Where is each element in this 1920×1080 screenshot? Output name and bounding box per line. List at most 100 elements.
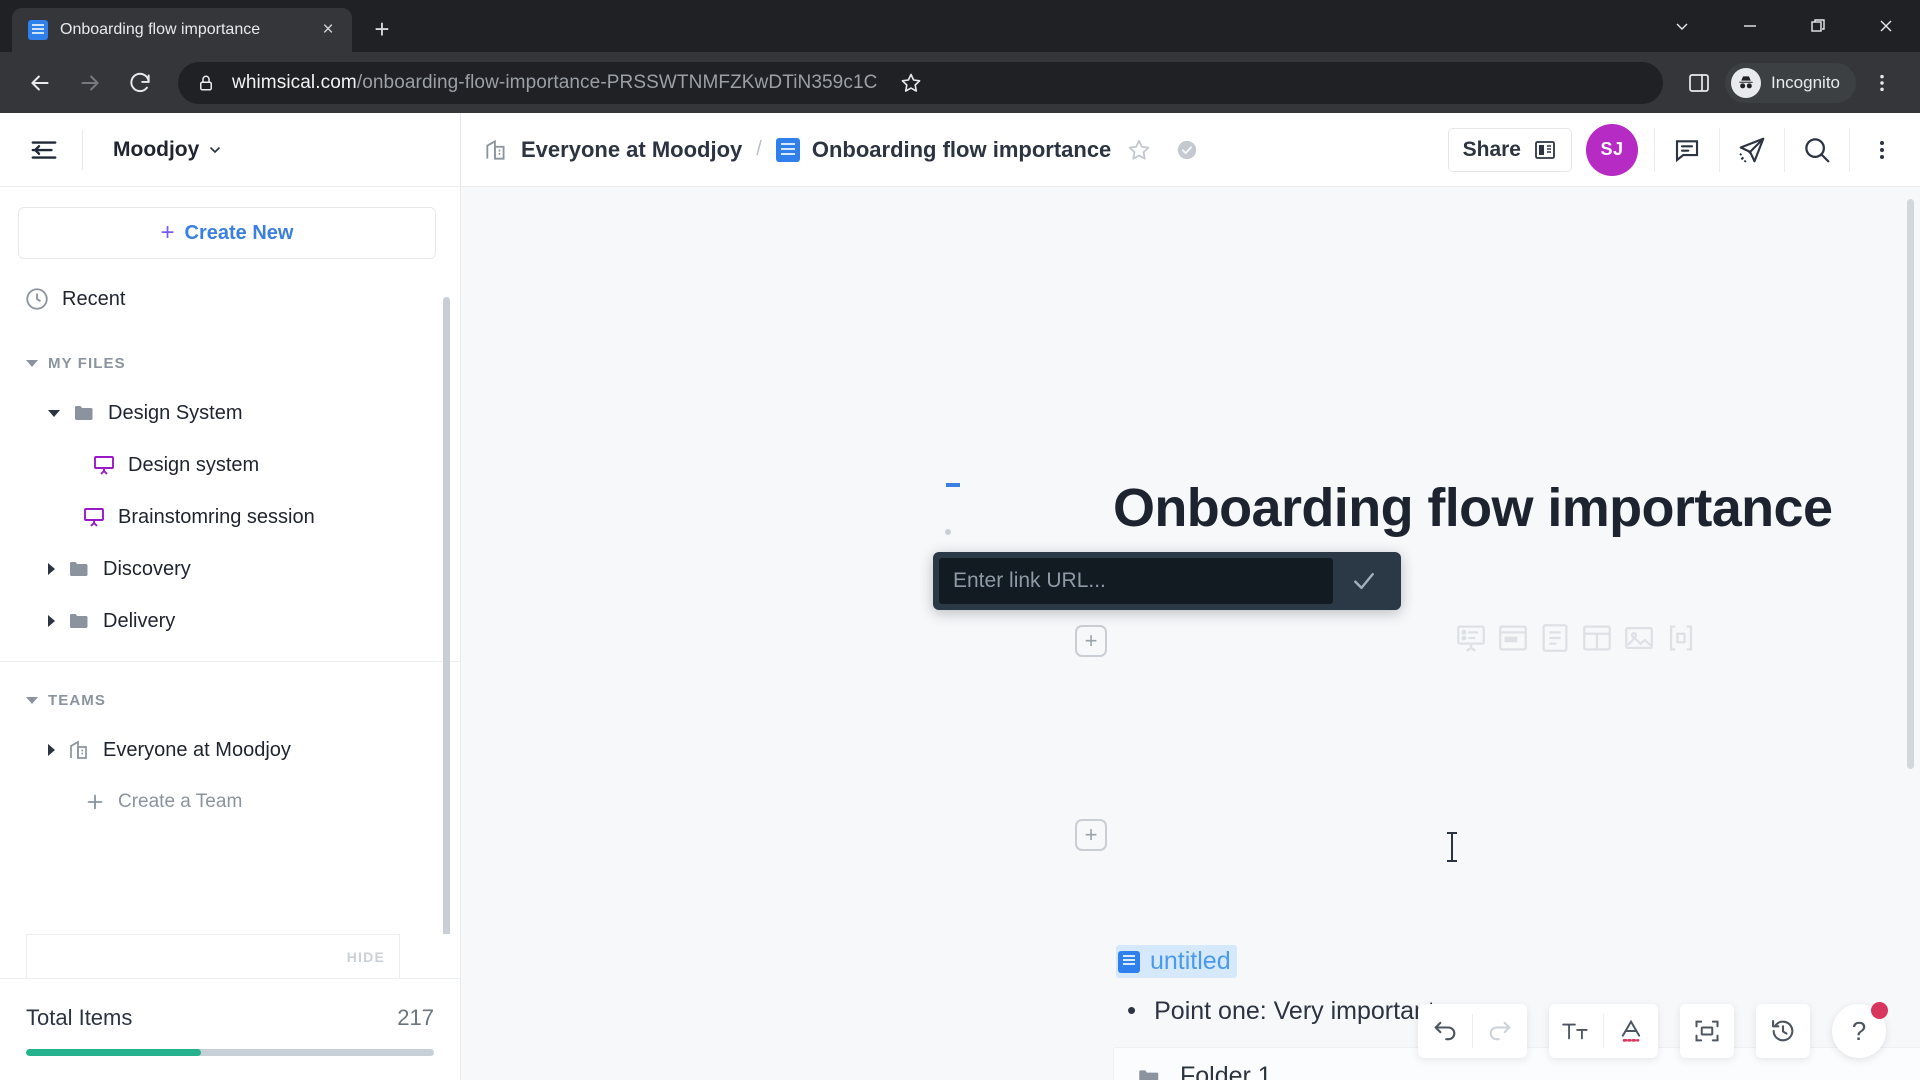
sidebar-section-my-files[interactable]: MY FILES xyxy=(0,339,460,387)
sidebar-item-delivery[interactable]: Delivery xyxy=(0,595,460,647)
folder-icon xyxy=(70,562,88,576)
bullet-marker: • xyxy=(1127,995,1137,1025)
sidebar-item-everyone-at-moodjoy[interactable]: Everyone at Moodjoy xyxy=(0,724,460,776)
storage-progress-bar xyxy=(26,1049,434,1056)
chevron-down-icon[interactable] xyxy=(1648,0,1716,52)
sidebar-section-teams[interactable]: TEAMS xyxy=(0,676,460,724)
sidebar-item-design-system-board[interactable]: Design system xyxy=(0,439,460,491)
inline-link-label: untitled xyxy=(1150,947,1231,975)
create-new-label: Create New xyxy=(184,221,294,244)
more-options-icon[interactable] xyxy=(1854,122,1910,178)
insert-table-icon[interactable] xyxy=(1580,621,1614,655)
close-icon[interactable]: × xyxy=(314,16,342,44)
version-history-icon[interactable] xyxy=(1756,1004,1810,1058)
divider xyxy=(1849,127,1850,172)
search-icon[interactable] xyxy=(1789,122,1845,178)
url-text: whimsical.com/onboarding-flow-importance… xyxy=(232,72,877,94)
canvas-scrollbar[interactable] xyxy=(1907,199,1914,769)
sidebar-scrollbar[interactable] xyxy=(443,297,450,934)
collapse-sidebar-icon[interactable] xyxy=(18,124,70,176)
favorite-star-icon[interactable] xyxy=(1111,122,1167,178)
create-new-button[interactable]: + Create New xyxy=(18,207,436,259)
hide-button[interactable]: HIDE xyxy=(347,949,385,965)
breadcrumb-team[interactable]: Everyone at Moodjoy xyxy=(483,137,742,163)
minimize-icon[interactable] xyxy=(1716,0,1784,52)
breadcrumb-document[interactable]: Onboarding flow importance xyxy=(775,137,1111,163)
omnibar: whimsical.com/onboarding-flow-importance… xyxy=(0,52,1920,113)
folder-icon xyxy=(1139,1070,1159,1080)
divider xyxy=(1784,127,1785,172)
breadcrumb-separator: / xyxy=(756,138,762,160)
insert-board-icon[interactable] xyxy=(1454,621,1488,655)
insert-code-icon[interactable] xyxy=(1664,621,1698,655)
insert-embed-icon[interactable] xyxy=(1496,621,1530,655)
breadcrumb-team-label: Everyone at Moodjoy xyxy=(521,136,743,162)
document-icon xyxy=(1118,950,1140,973)
sidebar-item-label: Recent xyxy=(62,287,126,310)
browser-tab[interactable]: Onboarding flow importance × xyxy=(12,8,352,52)
add-block-button[interactable]: + xyxy=(1075,819,1107,851)
sidebar-item-design-system-folder[interactable]: Design System xyxy=(0,387,460,439)
close-window-icon[interactable] xyxy=(1852,0,1920,52)
undo-icon[interactable] xyxy=(1418,1004,1472,1058)
inline-document-link[interactable]: untitled xyxy=(1116,945,1237,978)
chevron-down-icon xyxy=(210,146,221,153)
comments-icon[interactable] xyxy=(1659,122,1715,178)
create-team-button[interactable]: Create a Team xyxy=(0,776,460,828)
side-panel-icon[interactable] xyxy=(1679,63,1719,103)
sidebar-item-brainstorming-session[interactable]: Brainstomring session xyxy=(0,491,460,543)
add-block-button[interactable]: + xyxy=(1075,625,1107,657)
folder-icon xyxy=(70,614,88,628)
list-item[interactable]: • Point one: Very important xyxy=(1127,997,1435,1026)
incognito-label: Incognito xyxy=(1771,72,1840,92)
sidebar-item-discovery[interactable]: Discovery xyxy=(0,543,460,595)
sidebar-item-label: Everyone at Moodjoy xyxy=(103,738,291,761)
collapse-marker xyxy=(946,483,960,487)
incognito-indicator[interactable]: Incognito xyxy=(1725,62,1856,103)
help-label: ? xyxy=(1851,1015,1867,1046)
insert-doc-icon[interactable] xyxy=(1538,621,1572,655)
document-canvas[interactable]: Onboarding flow importance entence + + xyxy=(461,187,1920,1080)
help-icon[interactable]: ? xyxy=(1832,1002,1888,1058)
fit-to-screen-icon[interactable] xyxy=(1680,1004,1734,1058)
maximize-icon[interactable] xyxy=(1784,0,1852,52)
sidebar-item-recent[interactable]: Recent xyxy=(0,273,460,325)
insert-image-icon[interactable] xyxy=(1622,621,1656,655)
folder-icon xyxy=(75,406,93,420)
workspace-selector[interactable]: Moodjoy xyxy=(101,130,235,170)
redo-icon[interactable] xyxy=(1473,1004,1527,1058)
address-bar[interactable]: whimsical.com/onboarding-flow-importance… xyxy=(178,61,1663,104)
reload-button[interactable] xyxy=(118,61,162,105)
send-icon[interactable] xyxy=(1724,122,1780,178)
bookmark-star-icon[interactable] xyxy=(891,63,931,103)
text-color-icon[interactable] xyxy=(1604,1004,1658,1058)
share-button[interactable]: Share xyxy=(1447,127,1572,172)
divider xyxy=(0,661,460,662)
link-url-popup xyxy=(933,552,1401,610)
chevron-down-icon xyxy=(26,696,38,704)
back-button[interactable] xyxy=(18,61,62,105)
avatar[interactable]: SJ xyxy=(1586,123,1638,176)
link-url-input[interactable] xyxy=(939,558,1333,604)
team-icon xyxy=(486,139,505,160)
window-controls xyxy=(1648,0,1920,52)
share-label: Share xyxy=(1462,137,1521,161)
check-icon[interactable] xyxy=(1333,558,1395,604)
sidebar-item-label: Brainstomring session xyxy=(118,505,315,528)
text-size-icon[interactable] xyxy=(1549,1004,1603,1058)
folder-card-label: Folder 1 xyxy=(1180,1062,1272,1080)
plus-icon: + xyxy=(160,219,175,246)
tab-strip: Onboarding flow importance × + xyxy=(0,0,1920,52)
tab-title: Onboarding flow importance xyxy=(60,21,261,38)
url-path: /onboarding-flow-importance-PRSSWTNMFZKw… xyxy=(356,71,878,93)
chevron-right-icon xyxy=(48,615,55,627)
main-area: Everyone at Moodjoy / Onboarding flow im… xyxy=(461,113,1920,1080)
page-title[interactable]: Onboarding flow importance xyxy=(1113,477,1833,539)
new-tab-button[interactable]: + xyxy=(362,9,402,49)
sidebar-header: Moodjoy xyxy=(0,113,460,187)
sidebar: Moodjoy + Create New Recent MY FILES Des… xyxy=(0,113,461,1080)
forward-button[interactable] xyxy=(68,61,112,105)
chrome-menu-icon[interactable] xyxy=(1862,63,1902,103)
share-board-icon xyxy=(1535,140,1555,159)
undo-redo-group xyxy=(1418,1004,1527,1058)
